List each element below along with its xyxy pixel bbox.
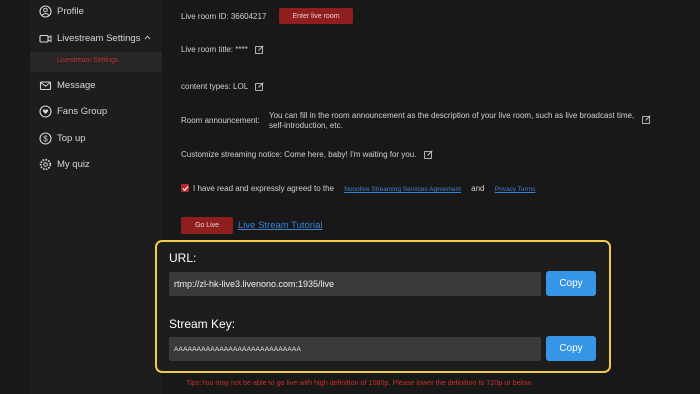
room-id-row: Live room ID: 36604217 <box>181 12 266 21</box>
sidebar-item-profile[interactable]: Profile <box>30 0 162 24</box>
title-row: Live room title: **** <box>181 45 264 55</box>
privacy-terms-link[interactable]: Privacy Terms <box>495 186 536 193</box>
stream-key-field[interactable]: AAAAAAAAAAAAAAAAAAAAAAAAAAAA <box>169 337 541 361</box>
room-id-label: Live room ID: <box>181 12 229 21</box>
go-live-button[interactable]: Go Live <box>181 217 233 234</box>
agreement-link[interactable]: Nonolive Streaming Services Agreement <box>344 186 461 193</box>
definition-tips: Tips:You may not be able to go live with… <box>186 378 534 387</box>
sidebar-item-label: Top up <box>57 133 86 144</box>
edit-title-icon[interactable] <box>255 45 264 55</box>
url-label: URL: <box>169 251 197 265</box>
sidebar-item-label: Profile <box>57 6 84 17</box>
svg-text:$: $ <box>43 134 48 143</box>
notice-value: Come here, baby! I'm waiting for you. <box>284 150 417 159</box>
sidebar-subitem-label: Livestream Settings <box>57 57 119 64</box>
sidebar-item-top-up[interactable]: $ Top up <box>30 127 162 151</box>
enter-live-room-button[interactable]: Enter live room <box>279 8 353 24</box>
gear-icon <box>39 158 52 171</box>
announcement-line-1: You can fill in the room announcement as… <box>269 111 635 120</box>
notice-row: Customize streaming notice: Come here, b… <box>181 150 433 160</box>
copy-url-button[interactable]: Copy <box>546 271 596 296</box>
agreement-row: I have read and expressly agreed to the … <box>193 184 535 193</box>
sidebar-item-label: Message <box>57 80 96 91</box>
edit-announcement-icon[interactable] <box>642 115 651 124</box>
dollar-icon: $ <box>39 132 52 145</box>
sidebar-item-label: Fans Group <box>57 106 108 117</box>
sidebar-item-label: Livestream Settings <box>57 33 141 44</box>
sidebar-item-livestream-settings[interactable]: Livestream Settings <box>30 27 162 51</box>
chevron-up-icon[interactable] <box>144 35 151 40</box>
stream-credentials-panel: URL: rtmp://zl-hk-live3.livenono.com:193… <box>155 240 611 373</box>
sidebar-subitem-livestream-settings[interactable]: Livestream Settings <box>30 52 162 72</box>
title-value: **** <box>235 45 248 54</box>
content-type-row: content types: LOL <box>181 82 264 92</box>
sidebar-item-message[interactable]: Message <box>30 74 162 98</box>
announcement-line-2: self-introduction, etc. <box>269 121 343 130</box>
sidebar-item-label: My quiz <box>57 159 90 170</box>
camera-icon <box>39 34 52 43</box>
sidebar-item-fans-group[interactable]: Fans Group <box>30 100 162 124</box>
heart-icon <box>39 105 52 118</box>
and-text: and <box>471 184 485 193</box>
notice-label: Customize streaming notice: <box>181 150 282 159</box>
content-type-value: LOL <box>233 82 248 91</box>
content-type-label: content types: <box>181 82 231 91</box>
user-circle-icon <box>39 5 52 18</box>
mail-icon <box>39 81 52 91</box>
edit-notice-icon[interactable] <box>423 150 433 160</box>
url-field[interactable]: rtmp://zl-hk-live3.livenono.com:1935/liv… <box>169 272 541 296</box>
agree-checkbox[interactable] <box>181 184 189 192</box>
agree-text: I have read and expressly agreed to the <box>193 184 334 193</box>
room-id-value: 36604217 <box>230 12 267 21</box>
sidebar-item-my-quiz[interactable]: My quiz <box>30 153 162 177</box>
live-stream-tutorial-link[interactable]: Live Stream Tutorial <box>238 220 322 231</box>
title-label: Live room title: <box>181 45 234 54</box>
checkmark-icon <box>182 185 188 191</box>
stream-key-label: Stream Key: <box>169 317 236 331</box>
announcement-label: Room announcement: <box>181 116 260 125</box>
copy-stream-key-button[interactable]: Copy <box>546 336 596 361</box>
edit-content-type-icon[interactable] <box>255 82 264 92</box>
